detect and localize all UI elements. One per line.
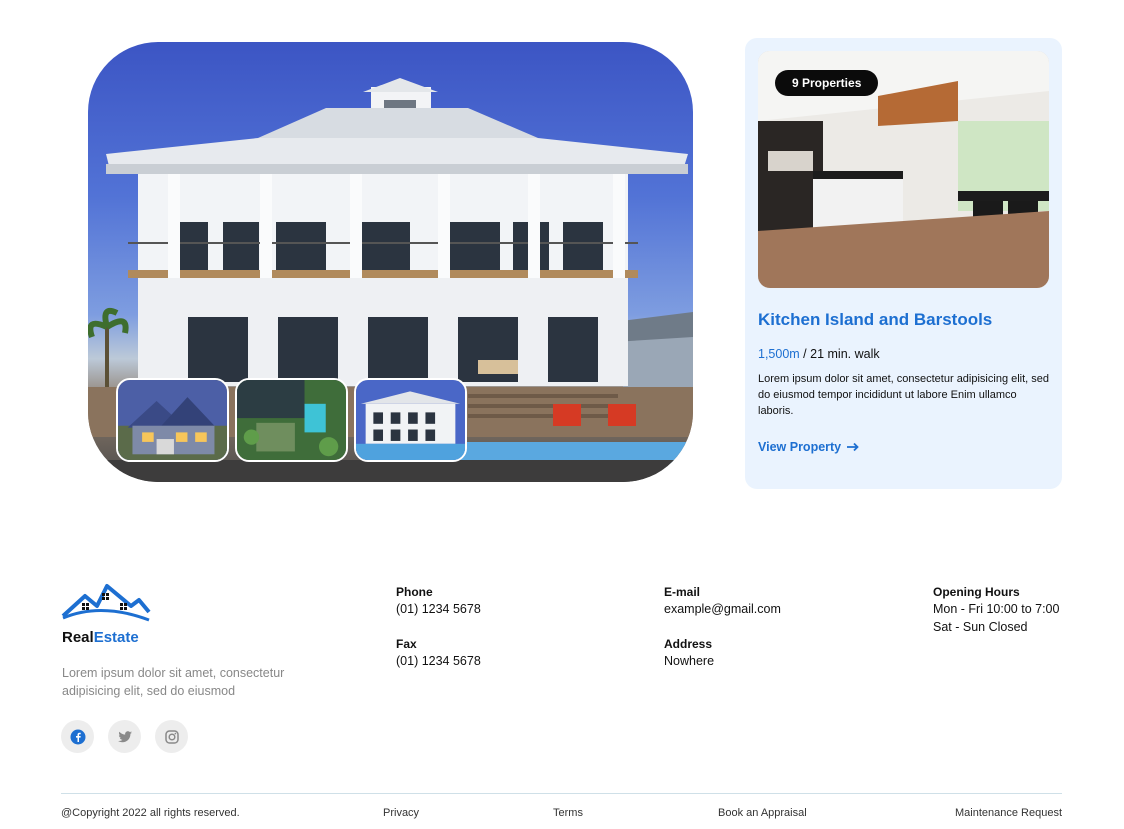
email-value[interactable]: example@gmail.com: [664, 600, 781, 618]
email-label: E-mail: [664, 585, 701, 599]
terms-link[interactable]: Terms: [553, 807, 583, 819]
fax-label: Fax: [396, 637, 417, 651]
copyright-text: @Copyright 2022 all rights reserved.: [61, 807, 240, 819]
contact-column-phone: Phone (01) 1234 5678 Fax (01) 1234 5678: [396, 584, 481, 688]
hours-weekday: Mon - Fri 10:00 to 7:00: [933, 602, 1060, 616]
bottom-bar: @Copyright 2022 all rights reserved. Pri…: [61, 807, 1062, 823]
contact-column-email: E-mail example@gmail.com Address Nowhere: [664, 584, 781, 688]
property-description: Lorem ipsum dolor sit amet, consectetur …: [758, 373, 1050, 417]
facebook-icon: [70, 729, 85, 744]
brand-name: RealEstate: [62, 629, 139, 646]
thumbnail-strip: [116, 378, 467, 462]
fax-value: (01) 1234 5678: [396, 654, 481, 668]
address-value: Nowhere: [664, 654, 715, 668]
phone-value[interactable]: (01) 1234 5678: [396, 600, 481, 618]
thumbnail-beach-house[interactable]: [354, 378, 467, 462]
properties-count-badge: 9 Properties: [775, 70, 879, 96]
phone-label: Phone: [396, 585, 433, 599]
instagram-button[interactable]: [155, 720, 188, 753]
view-property-link[interactable]: View Property: [758, 440, 859, 454]
social-links: [61, 720, 188, 753]
address-label: Address: [664, 637, 713, 651]
twitter-icon: [117, 730, 132, 742]
privacy-link[interactable]: Privacy: [383, 807, 419, 819]
thumbnail-pool-aerial[interactable]: [235, 378, 348, 462]
instagram-icon: [164, 729, 179, 744]
footer-divider: [61, 793, 1062, 794]
book-appraisal-link[interactable]: Book an Appraisal: [718, 807, 807, 819]
twitter-button[interactable]: [108, 720, 141, 753]
view-property-label: View Property: [758, 440, 842, 454]
property-distance: 1,500m / 21 min. walk: [758, 347, 880, 361]
property-card: 9 Properties Kitchen Island and Barstool…: [745, 38, 1062, 489]
distance-value: 1,500m: [758, 347, 800, 361]
hours-label: Opening Hours: [933, 585, 1020, 599]
thumbnail-house-dusk[interactable]: [116, 378, 229, 462]
footer-tagline: Lorem ipsum dolor sit amet, consectetur …: [62, 666, 285, 698]
property-title[interactable]: Kitchen Island and Barstools: [758, 310, 992, 330]
opening-hours-column: Opening Hours Mon - Fri 10:00 to 7:00 Sa…: [933, 584, 1059, 654]
hours-weekend: Sat - Sun Closed: [933, 620, 1028, 634]
realestate-logo-icon: [61, 584, 151, 622]
arrow-right-icon: [847, 442, 859, 452]
maintenance-request-link[interactable]: Maintenance Request: [955, 807, 1062, 819]
walk-time: / 21 min. walk: [799, 347, 880, 361]
facebook-button[interactable]: [61, 720, 94, 753]
